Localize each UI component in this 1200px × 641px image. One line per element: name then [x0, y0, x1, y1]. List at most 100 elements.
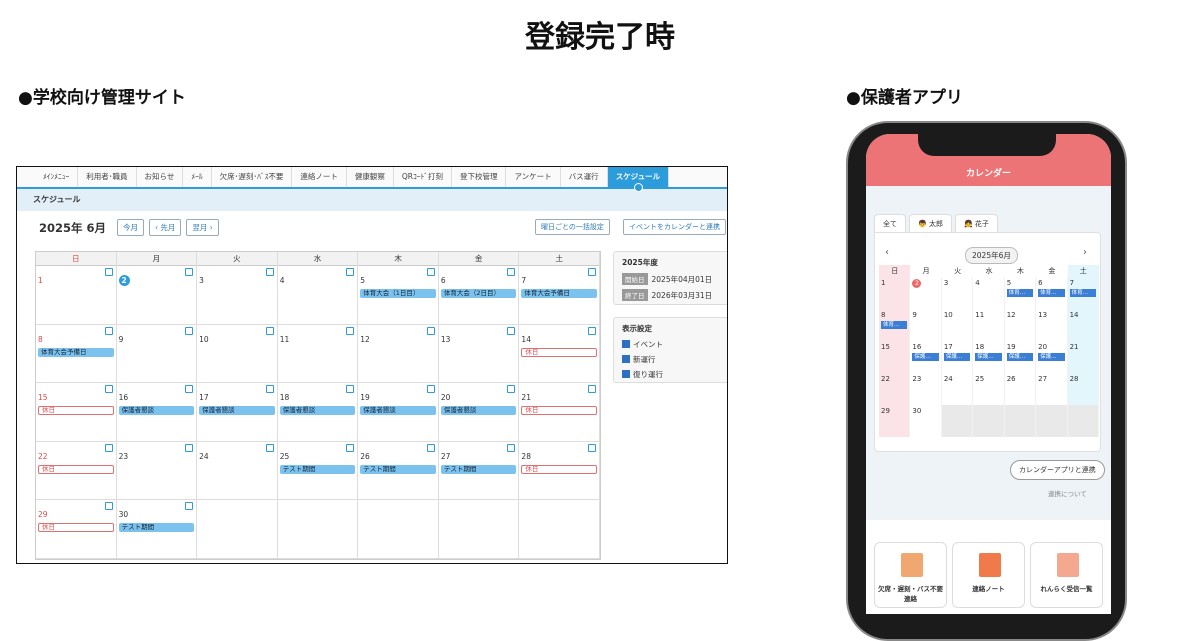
- app-day-cell[interactable]: 20 保護…: [1036, 341, 1068, 373]
- app-day-cell[interactable]: 3: [942, 277, 974, 309]
- about-link[interactable]: 連携について: [1048, 488, 1087, 498]
- app-day-cell[interactable]: [1036, 405, 1068, 437]
- app-day-cell[interactable]: 11: [973, 309, 1005, 341]
- app-event[interactable]: 保護…: [1038, 353, 1065, 361]
- app-day-cell[interactable]: 9: [910, 309, 942, 341]
- app-event[interactable]: 体育…: [1069, 289, 1096, 297]
- app-day-cell[interactable]: 7 体育…: [1067, 277, 1099, 309]
- app-event[interactable]: 保護…: [912, 353, 939, 361]
- app-event[interactable]: 保護…: [975, 353, 1002, 361]
- app-day-cell[interactable]: 24: [942, 373, 974, 405]
- app-event[interactable]: 保護…: [1006, 353, 1034, 361]
- tab-all[interactable]: 全て: [874, 214, 906, 233]
- app-day-cell[interactable]: [973, 405, 1005, 437]
- edit-icon[interactable]: [426, 443, 435, 452]
- calendar-day-cell[interactable]: 14 休日: [519, 324, 600, 383]
- calendar-day-cell[interactable]: 20 保護者懇談: [439, 383, 520, 441]
- event-label[interactable]: 体育大会（2日目）: [440, 289, 517, 298]
- edit-icon[interactable]: [265, 326, 274, 335]
- edit-icon[interactable]: [507, 385, 516, 394]
- calendar-day-cell[interactable]: 5 体育大会（1日目）: [358, 266, 439, 324]
- edit-icon[interactable]: [426, 326, 435, 335]
- admin-tab[interactable]: スケジュール: [607, 167, 670, 192]
- edit-icon[interactable]: [426, 268, 435, 276]
- app-event[interactable]: 保護…: [943, 353, 971, 361]
- calendar-day-cell[interactable]: 29 休日: [36, 500, 117, 558]
- app-event[interactable]: 体育…: [1006, 289, 1034, 297]
- edit-icon[interactable]: [587, 385, 596, 394]
- inbox-card[interactable]: れんらく受信一覧: [1030, 542, 1103, 608]
- event-label[interactable]: 体育大会（1日目）: [360, 289, 436, 298]
- edit-icon[interactable]: [587, 326, 596, 335]
- edit-icon[interactable]: [185, 326, 194, 335]
- calendar-day-cell[interactable]: 10: [197, 324, 278, 383]
- calendar-day-cell[interactable]: 4: [278, 266, 359, 324]
- app-day-cell[interactable]: 15: [879, 341, 911, 373]
- edit-icon[interactable]: [185, 385, 194, 394]
- admin-tab[interactable]: 連絡ノート: [292, 167, 347, 187]
- edit-icon[interactable]: [426, 385, 435, 394]
- admin-tab[interactable]: ﾒｲﾝﾒﾆｭｰ: [35, 167, 79, 187]
- admin-tab[interactable]: バス運行: [561, 167, 608, 187]
- edit-icon[interactable]: [587, 268, 596, 276]
- admin-tab[interactable]: 登下校管理: [452, 167, 507, 187]
- edit-icon[interactable]: [185, 268, 194, 276]
- calendar-day-cell[interactable]: 2: [117, 266, 198, 324]
- edit-icon[interactable]: [507, 443, 516, 452]
- app-day-cell[interactable]: 19 保護…: [1005, 341, 1037, 373]
- edit-icon[interactable]: [346, 268, 355, 276]
- app-day-cell[interactable]: 23: [910, 373, 942, 405]
- edit-icon[interactable]: [587, 443, 596, 452]
- app-day-cell[interactable]: 25: [973, 373, 1005, 405]
- app-day-cell[interactable]: 27: [1036, 373, 1068, 405]
- app-day-cell[interactable]: 16 保護…: [910, 341, 942, 373]
- holiday-label[interactable]: 休日: [38, 406, 114, 416]
- event-label[interactable]: 保護者懇談: [360, 406, 436, 416]
- app-day-cell[interactable]: 12: [1005, 309, 1037, 341]
- app-day-cell[interactable]: 14: [1067, 309, 1099, 341]
- calendar-app-link-button[interactable]: カレンダーアプリと連携: [1010, 460, 1105, 480]
- edit-icon[interactable]: [185, 443, 194, 452]
- edit-icon[interactable]: [507, 326, 516, 335]
- calendar-day-cell[interactable]: 18 保護者懇談: [278, 383, 359, 441]
- event-label[interactable]: テスト期間: [118, 523, 195, 533]
- next-month-button[interactable]: 翌月 ›: [186, 219, 219, 236]
- edit-icon[interactable]: [104, 268, 113, 276]
- calendar-day-cell[interactable]: [358, 500, 439, 558]
- app-day-cell[interactable]: 28: [1067, 373, 1099, 405]
- this-month-button[interactable]: 今月: [117, 219, 145, 236]
- event-label[interactable]: テスト期間: [279, 464, 356, 474]
- app-day-cell[interactable]: 8 体育…: [879, 309, 911, 341]
- event-label[interactable]: 保護者懇談: [199, 406, 275, 416]
- tab-hanako[interactable]: 👧 花子: [954, 214, 998, 233]
- calendar-day-cell[interactable]: 12: [358, 324, 439, 383]
- edit-icon[interactable]: [185, 502, 194, 511]
- calendar-day-cell[interactable]: 17 保護者懇談: [197, 383, 278, 441]
- calendar-day-cell[interactable]: 24: [197, 441, 278, 500]
- calendar-day-cell[interactable]: [439, 500, 520, 558]
- app-day-cell[interactable]: 26: [1005, 373, 1037, 405]
- calendar-link-button[interactable]: イベントをカレンダーと連携: [623, 219, 726, 235]
- display-checkbox[interactable]: 復り運行: [622, 369, 720, 380]
- next-arrow-icon[interactable]: ›: [1083, 247, 1087, 258]
- event-label[interactable]: 体育大会予備日: [521, 289, 597, 298]
- calendar-day-cell[interactable]: 6 体育大会（2日目）: [439, 266, 520, 324]
- display-checkbox[interactable]: 新運行: [622, 354, 720, 365]
- calendar-day-cell[interactable]: 19 保護者懇談: [358, 383, 439, 441]
- admin-tab[interactable]: 利用者･職員: [78, 167, 137, 187]
- app-day-cell[interactable]: 2: [910, 277, 942, 309]
- edit-icon[interactable]: [346, 326, 355, 335]
- app-day-cell[interactable]: 10: [942, 309, 974, 341]
- calendar-day-cell[interactable]: 22 休日: [36, 441, 117, 500]
- calendar-day-cell[interactable]: 23: [117, 441, 198, 500]
- calendar-day-cell[interactable]: 3: [197, 266, 278, 324]
- app-day-cell[interactable]: 4: [973, 277, 1005, 309]
- app-day-cell[interactable]: [1004, 405, 1037, 437]
- prev-month-button[interactable]: ‹ 先月: [149, 219, 182, 236]
- event-label[interactable]: 体育大会予備日: [38, 347, 114, 357]
- admin-tab[interactable]: ﾒｰﾙ: [183, 167, 212, 187]
- prev-arrow-icon[interactable]: ‹: [885, 247, 889, 258]
- edit-icon[interactable]: [265, 443, 274, 452]
- bulk-setting-button[interactable]: 曜日ごとの一括設定: [535, 219, 610, 235]
- admin-tab[interactable]: アンケート: [506, 167, 561, 187]
